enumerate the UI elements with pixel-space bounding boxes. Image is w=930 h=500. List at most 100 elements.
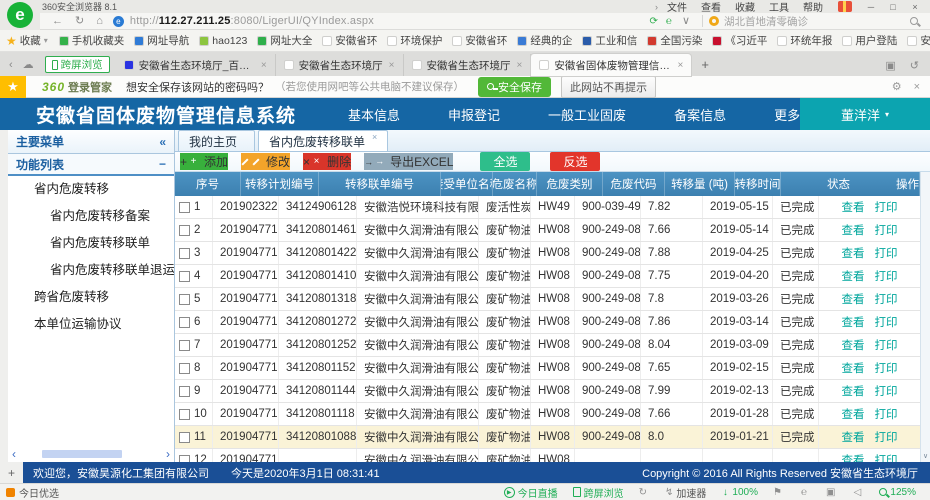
favorites-caret-icon[interactable]: ▾ [44,36,48,45]
table-row[interactable]: 9 201904771 34120801144 安徽中久润滑油有限公... 废矿… [175,380,920,403]
table-row[interactable]: 3 201904771 34120801422 安徽中久润滑油有限公... 废矿… [175,242,920,265]
scroll-down-icon[interactable]: ∨ [923,452,928,462]
url-input[interactable]: http://112.27.211.25:8080/LigerUI/QYInde… [130,15,374,27]
sidebar-menu-item[interactable]: 跨省危废转移 [8,284,174,311]
nav-item[interactable]: 更多 [774,105,800,124]
bookmark-item[interactable]: 全国污染 [647,33,702,48]
column-header[interactable]: 转移联单编号 [319,172,441,196]
row-checkbox[interactable] [179,271,190,282]
table-row[interactable]: 12 201904771 安徽中久润滑油有限公... 废矿物油 HW08 查看打… [175,449,920,462]
minimize-button[interactable]: ─ [860,1,882,13]
back-icon[interactable]: ← [52,16,63,27]
home-icon[interactable]: ⌂ [96,16,103,27]
status-tool[interactable] [773,487,785,498]
row-checkbox[interactable] [179,248,190,259]
invert-selection-button[interactable]: 反选 [550,152,600,171]
table-row[interactable]: 1 201902322 34124906128 安徽浩悦环境科技有限... 废活… [175,196,920,219]
select-all-button[interactable]: 全选 [480,152,530,171]
status-tool[interactable] [826,487,838,498]
nav-item[interactable]: 申报登记 [448,105,500,124]
menu-collapse-icon[interactable]: › [655,2,658,12]
content-tab[interactable]: 我的主页 [178,130,255,151]
user-menu[interactable]: 董洋洋▾ [800,98,930,130]
row-checkbox[interactable] [179,340,190,351]
bookmark-item[interactable]: 环统年报 [777,33,832,48]
footer-plus-icon[interactable]: + [0,462,23,483]
search-input[interactable]: 湖北首地清零确诊 [709,14,924,29]
view-link[interactable]: 查看 [842,245,865,261]
view-link[interactable]: 查看 [842,199,865,215]
content-tab-close-icon[interactable]: × [372,132,377,142]
status-tool[interactable]: 加速器 [665,485,706,500]
column-header[interactable]: 序号 [175,172,241,196]
bookmark-item[interactable]: 手机收藏夹 [59,33,125,48]
sidebar-section[interactable]: 功能列表 − [8,154,174,176]
toolbar-button[interactable]: 删除 [303,153,351,170]
bookmark-item[interactable]: 安徽省环 [452,33,507,48]
view-link[interactable]: 查看 [842,406,865,422]
row-checkbox[interactable] [179,432,190,443]
favorites-label[interactable]: 收藏 [20,33,41,48]
column-header[interactable]: 危废代码 [603,172,665,196]
view-link[interactable]: 查看 [842,337,865,353]
tab-close-icon[interactable]: × [517,60,523,71]
print-link[interactable]: 打印 [875,406,898,422]
bookmark-item[interactable]: 网址大全 [257,33,312,48]
print-link[interactable]: 打印 [875,245,898,261]
cross-screen-button[interactable]: 跨屏浏览 [45,56,110,73]
scroll-left-icon[interactable]: ‹ [12,449,16,459]
status-tool[interactable]: 跨屏浏览 [573,485,624,500]
column-header[interactable]: 危废类别 [537,172,603,196]
table-row[interactable]: 6 201904771 34120801272 安徽中久润滑油有限公... 废矿… [175,311,920,334]
sync-icon[interactable]: ⟳ [650,16,658,27]
status-tool[interactable]: 125% [879,487,916,498]
bookmark-item[interactable]: 用户登陆 [842,33,897,48]
tab-list-icon[interactable]: ▣ [885,59,895,72]
row-checkbox[interactable] [179,363,190,374]
bookmark-item[interactable]: 环境保护 [387,33,442,48]
column-header[interactable]: 转移量 (吨) [665,172,735,196]
favorites-star-icon[interactable]: ★ [6,34,17,48]
save-password-button[interactable]: 安全保存 [478,77,551,97]
tab-close-icon[interactable]: × [261,60,267,71]
dismiss-button[interactable]: 此网站不再提示 [561,76,656,98]
column-header[interactable]: 危废名称 [493,172,537,196]
collapse-tabs-icon[interactable]: ‹ [9,59,13,71]
bookmark-item[interactable]: hao123 [199,35,247,47]
sidebar-hscrollbar[interactable]: ‹ › [8,448,174,460]
row-checkbox[interactable] [179,225,190,236]
bookmark-item[interactable]: 《习近平 [712,33,767,48]
bookmark-item[interactable]: 网址导航 [134,33,189,48]
sidebar-menu-item[interactable]: 省内危废转移 [8,176,174,203]
nav-item[interactable]: 备案信息 [674,105,726,124]
print-link[interactable]: 打印 [875,337,898,353]
view-link[interactable]: 查看 [842,360,865,376]
360-service-icon[interactable]: ℮ [666,16,672,27]
print-link[interactable]: 打印 [875,360,898,376]
row-checkbox[interactable] [179,455,190,463]
section-collapse-icon[interactable]: − [159,157,166,171]
search-hot-text[interactable]: 湖北首地清零确诊 [724,14,910,29]
row-checkbox[interactable] [179,294,190,305]
table-row[interactable]: 4 201904771 34120801410 安徽中久润滑油有限公... 废矿… [175,265,920,288]
table-row[interactable]: 7 201904771 34120801252 安徽中久润滑油有限公... 废矿… [175,334,920,357]
sidebar-menu-item[interactable]: 省内危废转移联单 [8,230,174,257]
status-tool[interactable]: 100% [721,487,758,498]
status-tool[interactable]: 今日直播 [504,485,558,500]
grid-vscrollbar[interactable]: ∨ [920,172,930,462]
nav-item[interactable]: 一般工业固废 [548,105,626,124]
search-icon[interactable] [910,17,918,25]
table-row[interactable]: 5 201904771 34120801318 安徽中久润滑油有限公... 废矿… [175,288,920,311]
print-link[interactable]: 打印 [875,429,898,445]
scroll-right-icon[interactable]: › [166,449,170,459]
status-tool[interactable] [853,487,864,498]
column-header[interactable]: 转移时间 [735,172,781,196]
notice-close-icon[interactable]: × [914,81,920,93]
column-header[interactable]: 接受单位名称 [441,172,493,196]
tab-close-icon[interactable]: × [678,60,684,71]
row-checkbox[interactable] [179,386,190,397]
browser-tab[interactable]: 安徽省生态环境厅× [404,54,532,76]
print-link[interactable]: 打印 [875,314,898,330]
new-tab-button[interactable]: + [701,57,709,72]
tab-close-icon[interactable]: × [389,60,395,71]
